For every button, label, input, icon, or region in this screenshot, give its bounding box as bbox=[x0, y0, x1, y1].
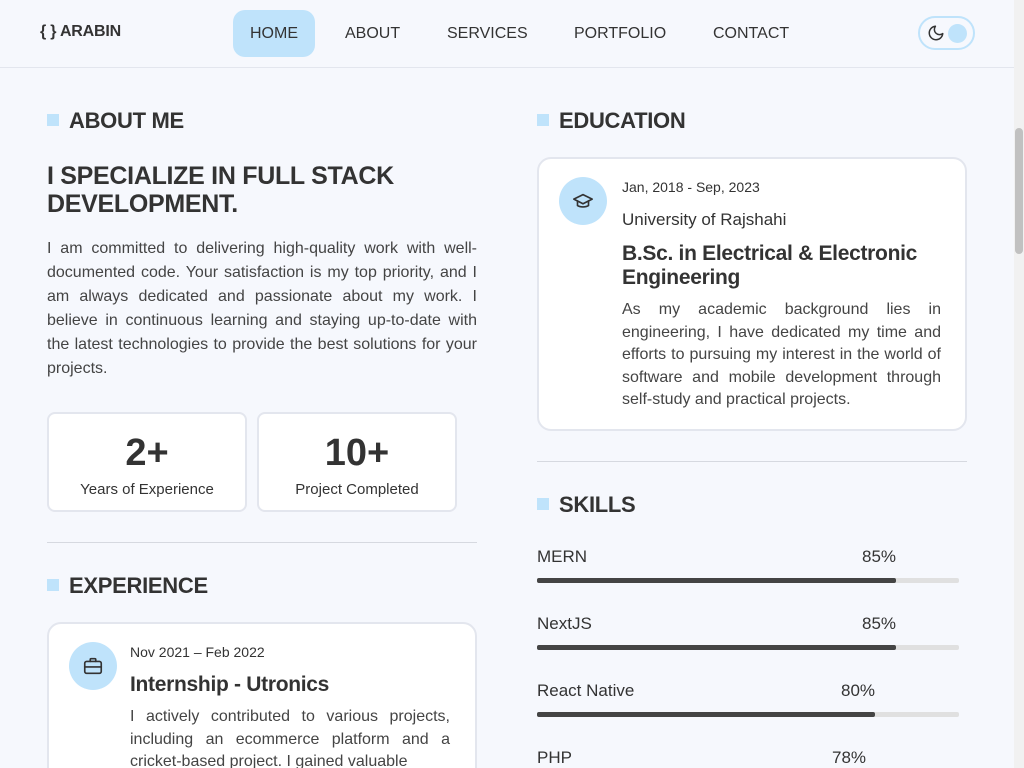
education-description: As my academic background lies in engine… bbox=[622, 301, 941, 408]
stat-value: 2+ bbox=[125, 432, 169, 474]
skill-progress-track bbox=[537, 712, 959, 717]
square-bullet-icon bbox=[537, 498, 549, 510]
skill-percent: 85% bbox=[862, 547, 897, 566]
stat-label: Years of Experience bbox=[80, 481, 214, 498]
scrollbar-thumb[interactable] bbox=[1015, 128, 1023, 254]
nav-about[interactable]: ABOUT bbox=[328, 10, 417, 57]
education-date: Jan, 2018 - Sep, 2023 bbox=[622, 179, 760, 195]
experience-date: Nov 2021 – Feb 2022 bbox=[130, 644, 265, 660]
navbar: { } ARABIN HOME ABOUT SERVICES PORTFOLIO… bbox=[0, 0, 1014, 68]
education-section-title: EDUCATION bbox=[537, 108, 686, 134]
skill-name: NextJS bbox=[537, 614, 592, 633]
skill-progress-track bbox=[537, 645, 959, 650]
nav-contact[interactable]: CONTACT bbox=[696, 10, 806, 57]
stat-card-projects: 10+ Project Completed bbox=[257, 412, 457, 512]
experience-role: Internship - Utronics bbox=[130, 673, 330, 696]
square-bullet-icon bbox=[47, 114, 59, 126]
about-text: I am committed to delivering high-qualit… bbox=[47, 240, 477, 377]
toggle-knob bbox=[948, 24, 967, 43]
stat-value: 10+ bbox=[324, 432, 390, 474]
square-bullet-icon bbox=[537, 114, 549, 126]
experience-section-title: EXPERIENCE bbox=[47, 573, 208, 599]
skill-progress-fill bbox=[537, 645, 896, 650]
divider bbox=[47, 542, 477, 543]
skills-section-title: SKILLS bbox=[537, 492, 636, 518]
education-degree: B.Sc. in Electrical & Electronic Enginee… bbox=[622, 242, 918, 289]
skill-progress-fill bbox=[537, 578, 896, 583]
theme-toggle[interactable] bbox=[918, 16, 975, 50]
education-title-text: EDUCATION bbox=[559, 108, 686, 133]
experience-card: Nov 2021 – Feb 2022 Internship - Utronic… bbox=[47, 622, 477, 768]
skill-percent: 78% bbox=[832, 748, 867, 767]
logo[interactable]: { } ARABIN bbox=[40, 23, 121, 41]
about-title-text: ABOUT ME bbox=[69, 108, 184, 133]
education-institution: University of Rajshahi bbox=[622, 210, 787, 229]
education-card: Jan, 2018 - Sep, 2023 University of Rajs… bbox=[537, 157, 967, 431]
experience-description: I actively contributed to various projec… bbox=[130, 708, 450, 768]
graduation-cap-icon bbox=[559, 177, 607, 225]
briefcase-icon bbox=[69, 642, 117, 690]
moon-icon bbox=[928, 25, 944, 41]
skill-percent: 85% bbox=[862, 614, 897, 633]
skill-progress-fill bbox=[537, 712, 875, 717]
experience-title-text: EXPERIENCE bbox=[69, 573, 208, 598]
about-section-title: ABOUT ME bbox=[47, 108, 184, 134]
square-bullet-icon bbox=[47, 579, 59, 591]
skill-name: PHP bbox=[537, 748, 572, 767]
nav-home[interactable]: HOME bbox=[233, 10, 315, 57]
skill-name: React Native bbox=[537, 681, 635, 700]
skill-percent: 80% bbox=[841, 681, 876, 700]
skill-name: MERN bbox=[537, 547, 588, 566]
stat-card-experience: 2+ Years of Experience bbox=[47, 412, 247, 512]
stat-label: Project Completed bbox=[295, 481, 419, 498]
skill-progress-track bbox=[537, 578, 959, 583]
divider bbox=[537, 461, 967, 462]
about-heading: I SPECIALIZE IN FULL STACK DEVELOPMENT. bbox=[47, 162, 394, 218]
scrollbar[interactable] bbox=[1014, 0, 1024, 768]
nav-portfolio[interactable]: PORTFOLIO bbox=[557, 10, 683, 57]
skills-title-text: SKILLS bbox=[559, 492, 636, 517]
nav-services[interactable]: SERVICES bbox=[430, 10, 545, 57]
